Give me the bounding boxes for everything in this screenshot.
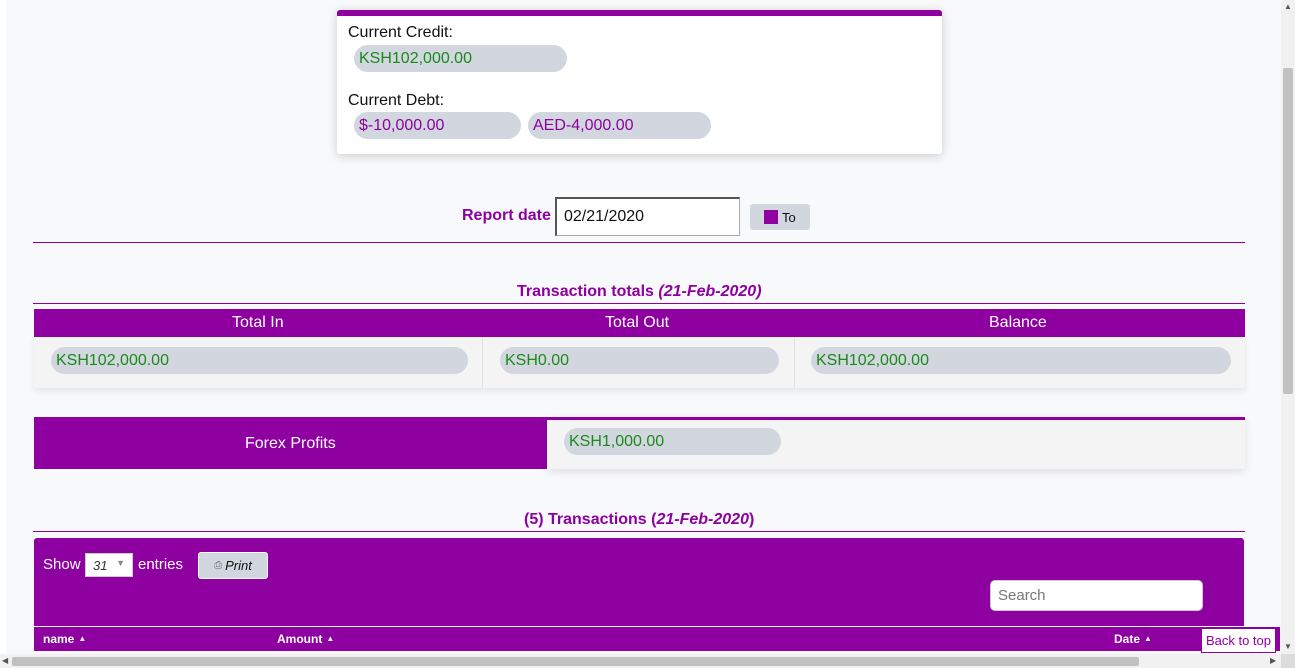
balance-value: KSH102,000.00 (811, 347, 1231, 374)
back-to-top-button[interactable]: Back to top (1201, 628, 1276, 653)
vertical-scroll-thumb[interactable] (1283, 68, 1293, 394)
forex-profits-label: Forex Profits (245, 435, 336, 452)
square-icon (764, 210, 778, 224)
current-credit-value: KSH102,000.00 (354, 45, 567, 72)
to-button-label: To (782, 209, 796, 225)
total-in-value: KSH102,000.00 (51, 347, 468, 374)
sort-arrow-icon: ▲ (1144, 634, 1152, 643)
total-out-header: Total Out (605, 314, 670, 331)
search-input[interactable] (990, 580, 1203, 611)
entries-select[interactable]: 31 ▼ (85, 553, 133, 577)
entries-select-value: 31 (93, 558, 108, 573)
show-label: Show (43, 556, 81, 573)
scrollbar-corner (1281, 654, 1295, 668)
scroll-right-icon[interactable]: ▶ (1270, 656, 1276, 665)
divider (33, 242, 1245, 243)
balance-header: Balance (989, 314, 1047, 331)
column-divider (482, 337, 483, 388)
scroll-down-icon[interactable]: ▼ (1284, 642, 1292, 651)
current-debt-value-aed: AED-4,000.00 (528, 112, 711, 139)
scroll-left-icon[interactable]: ◀ (2, 656, 8, 665)
divider (33, 531, 1245, 532)
divider (33, 303, 1245, 304)
sort-arrow-icon: ▲ (78, 634, 87, 643)
current-credit-label: Current Credit: (348, 24, 453, 41)
forex-profits-header: Forex Profits (34, 417, 547, 469)
totals-header-row: Total In Total Out Balance (34, 309, 1245, 337)
column-divider (794, 337, 795, 388)
report-date-label: Report date (462, 207, 551, 224)
transactions-title: (5) Transactions (21-Feb-2020) (524, 511, 755, 528)
table-header-row: name ▲ Amount ▲ Date ▲ (34, 626, 1280, 651)
scroll-up-icon[interactable]: ▲ (1284, 2, 1292, 11)
total-out-value: KSH0.00 (500, 347, 779, 374)
report-date-input[interactable] (555, 197, 740, 236)
total-in-header: Total In (232, 314, 284, 331)
totals-title: Transaction totals (21-Feb-2020) (517, 283, 762, 300)
current-debt-value-usd: $-10,000.00 (354, 112, 521, 139)
column-header-date[interactable]: Date ▲ (1114, 632, 1152, 646)
to-button[interactable]: To (750, 204, 810, 230)
column-header-name[interactable]: name ▲ (43, 632, 86, 646)
forex-profits-value: KSH1,000.00 (564, 428, 781, 455)
sort-arrow-icon: ▲ (326, 634, 335, 643)
entries-label: entries (138, 556, 184, 573)
current-debt-label: Current Debt: (348, 92, 445, 109)
credit-summary-card: Current Credit: KSH102,000.00 Current De… (337, 10, 942, 154)
printer-icon: ⎙ (214, 560, 223, 571)
print-button-label: Print (225, 558, 252, 573)
horizontal-scroll-thumb[interactable] (12, 657, 1139, 666)
print-button[interactable]: ⎙ Print (198, 552, 268, 579)
column-header-amount[interactable]: Amount ▲ (277, 632, 334, 646)
chevron-down-icon: ▼ (116, 558, 125, 568)
